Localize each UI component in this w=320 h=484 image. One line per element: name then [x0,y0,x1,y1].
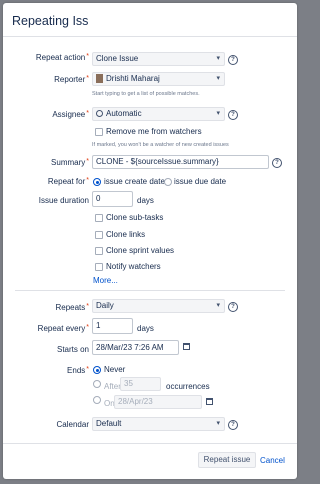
ends-label: Ends* [67,366,89,375]
assignee-help-icon[interactable]: ? [228,110,238,120]
ends-on-input[interactable]: 28/Apr/23 [114,395,202,409]
dialog-footer: Repeat issue Cancel [3,443,297,479]
issue-duration-input[interactable]: 0 [92,191,133,207]
issue-duration-unit: days [137,196,154,205]
repeating-issue-dialog: Repeating Issue Repeat action* Clone Iss… [3,3,297,479]
summary-label: Summary* [51,158,89,167]
chevron-down-icon: ▾ [216,75,220,82]
issue-duration-label: Issue duration [38,196,89,205]
reporter-select[interactable]: Drishti Maharaj ▾ [92,72,225,86]
clone-links-checkbox[interactable] [95,231,103,239]
remove-watchers-hint: If marked, you won't be a watcher of new… [92,142,229,148]
ends-after-unit: occurrences [166,382,210,391]
repeats-select[interactable]: Daily ▾ [92,299,225,313]
chevron-down-icon: ▾ [216,420,220,427]
repeat-for-due-label: issue due date [174,177,227,186]
ends-on-radio[interactable] [93,396,101,404]
calendar-select[interactable]: Default ▾ [92,417,225,431]
clone-links-label: Clone links [106,230,146,239]
ends-after-radio[interactable] [93,380,101,388]
repeat-for-label: Repeat for* [47,177,89,186]
chevron-down-icon: ▾ [216,110,220,117]
assignee-select[interactable]: Automatic ▾ [92,107,225,121]
clone-sprint-label: Clone sprint values [106,246,175,255]
clone-sprint-checkbox[interactable] [95,247,103,255]
dialog-title: Repeating Issue [12,14,89,28]
repeat-action-label: Repeat action* [35,53,89,62]
calendar-help-icon[interactable]: ? [228,420,238,430]
more-link[interactable]: More... [93,276,118,285]
repeat-every-label: Repeat every* [37,324,89,333]
chevron-down-icon: ▾ [216,302,220,309]
ends-after-label: After [104,382,121,391]
remove-watchers-label: Remove me from watchers [106,127,202,136]
calendar-icon[interactable] [183,343,190,350]
remove-watchers-checkbox[interactable] [95,128,103,136]
ends-never-radio[interactable] [93,366,101,374]
dialog-header: Repeating Issue [3,3,297,37]
repeat-every-input[interactable]: 1 [92,318,133,334]
reporter-label: Reporter* [54,75,89,84]
notify-watchers-checkbox[interactable] [95,263,103,271]
repeat-action-help-icon[interactable]: ? [228,55,238,65]
repeats-help-icon[interactable]: ? [228,302,238,312]
starts-on-input[interactable]: 28/Mar/23 7:26 AM [92,340,179,355]
repeat-for-due-radio[interactable] [164,178,172,186]
repeats-label: Repeats* [55,303,89,312]
repeat-for-create-radio[interactable] [93,178,101,186]
repeat-for-create-label: issue create date [104,177,165,186]
ends-after-input[interactable]: 35 [120,377,161,391]
user-icon [96,110,103,118]
clone-subtasks-label: Clone sub-tasks [106,213,164,222]
clone-subtasks-checkbox[interactable] [95,214,103,222]
repeat-every-unit: days [137,324,154,333]
summary-input[interactable]: CLONE - ${sourceIssue.summary} [92,155,269,169]
assignee-label: Assignee* [52,110,89,119]
section-divider [15,290,285,291]
reporter-hint: Start typing to get a list of possible m… [92,91,200,97]
calendar-label: Calendar [56,420,89,429]
repeat-issue-button[interactable]: Repeat issue [198,452,256,468]
calendar-icon[interactable] [206,398,213,405]
starts-on-label: Starts on [56,345,89,354]
avatar [96,74,103,84]
header-mask [89,11,151,31]
cancel-link[interactable]: Cancel [260,456,285,465]
summary-help-icon[interactable]: ? [272,158,282,168]
repeat-action-select[interactable]: Clone Issue ▾ [92,52,225,66]
chevron-down-icon: ▾ [216,55,220,62]
notify-watchers-label: Notify watchers [106,262,161,271]
ends-never-label: Never [104,365,126,374]
